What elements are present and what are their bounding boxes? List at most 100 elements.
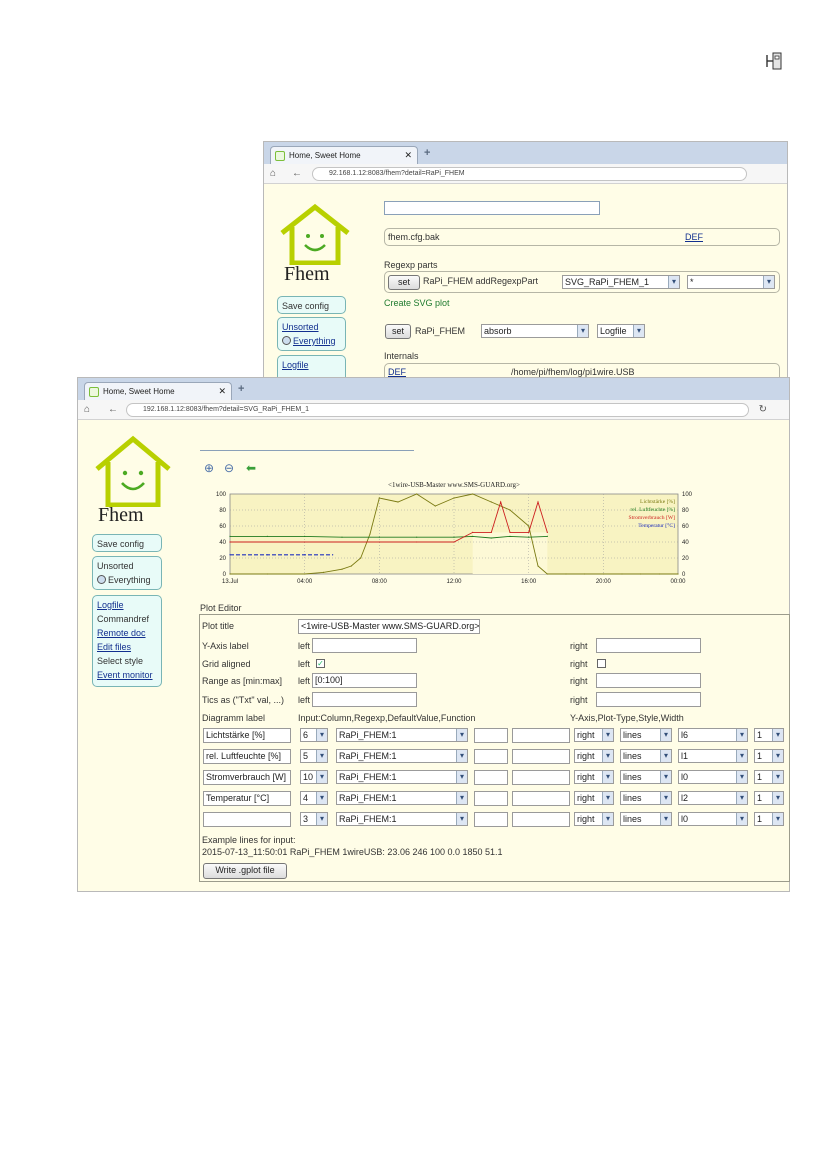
row-column-select[interactable]: 10 xyxy=(300,770,328,784)
home-icon[interactable]: ⌂ xyxy=(270,168,276,179)
row-column-select[interactable]: 4 xyxy=(300,791,328,805)
select-style-link[interactable]: Select style xyxy=(97,654,157,668)
row-default-input[interactable] xyxy=(474,728,508,743)
row-regexp-select[interactable]: RaPi_FHEM:1 xyxy=(336,812,468,826)
plot-title-input[interactable]: <1wire-USB-Master www.SMS-GUARD.org> xyxy=(298,619,480,634)
regexp-select[interactable]: SVG_RaPi_FHEM_1 xyxy=(562,275,680,289)
row-axis-select[interactable]: right xyxy=(574,728,614,742)
row-width-select[interactable]: 1 xyxy=(754,728,784,742)
remote-doc-link[interactable]: Remote doc xyxy=(97,626,157,640)
row-column-select[interactable]: 5 xyxy=(300,749,328,763)
write-gplot-button[interactable]: Write .gplot file xyxy=(203,863,287,879)
row-axis-select[interactable]: right xyxy=(574,791,614,805)
row-axis-select[interactable]: right xyxy=(574,749,614,763)
logfile-link[interactable]: Logfile xyxy=(282,358,341,372)
row-type-select[interactable]: lines xyxy=(620,770,672,784)
edit-files-link[interactable]: Edit files xyxy=(97,640,157,654)
y-axis-left-input[interactable] xyxy=(312,638,417,653)
row-width-select[interactable]: 1 xyxy=(754,770,784,784)
x-tick-label: 08:00 xyxy=(372,579,388,585)
row-style-select[interactable]: l1 xyxy=(678,749,748,763)
room-unsorted[interactable]: Unsorted xyxy=(282,320,341,334)
x-tick-label: 00:00 xyxy=(670,579,686,585)
row-type-select[interactable]: lines xyxy=(620,812,672,826)
row-width-select[interactable]: 1 xyxy=(754,749,784,763)
zoom-in-icon[interactable]: ⊕ xyxy=(204,461,214,475)
tics-right-input[interactable] xyxy=(596,692,701,707)
range-right-input[interactable] xyxy=(596,673,701,688)
row-width-select[interactable]: 1 xyxy=(754,812,784,826)
row-default-input[interactable] xyxy=(474,812,508,827)
set-button-2[interactable]: set xyxy=(385,324,411,339)
close-tab-icon[interactable]: ✕ xyxy=(218,386,226,397)
back-icon[interactable]: ← xyxy=(108,404,118,415)
url-field[interactable]: 92.168.1.12:8083/fhem?detail=RaPi_FHEM xyxy=(312,167,747,181)
row-default-input[interactable] xyxy=(474,791,508,806)
grid-right-checkbox[interactable] xyxy=(597,659,606,668)
zoom-out-icon[interactable]: ⊖ xyxy=(224,461,234,475)
back-icon[interactable]: ← xyxy=(292,168,302,179)
row-regexp-select[interactable]: RaPi_FHEM:1 xyxy=(336,791,468,805)
save-config-link[interactable]: Save config xyxy=(277,296,346,314)
row-label-input[interactable]: Temperatur [°C] xyxy=(203,791,291,806)
row-function-input[interactable] xyxy=(512,749,570,764)
new-tab-icon[interactable]: + xyxy=(238,383,244,395)
row-style-select[interactable]: l0 xyxy=(678,770,748,784)
data-point xyxy=(266,554,268,556)
create-svg-plot-link[interactable]: Create SVG plot xyxy=(384,298,450,308)
logfile-link[interactable]: Logfile xyxy=(97,598,157,612)
absorb-select[interactable]: absorb xyxy=(481,324,589,338)
logfile-select[interactable]: Logfile xyxy=(597,324,645,338)
room-everything[interactable]: Everything xyxy=(282,334,341,348)
row-function-input[interactable] xyxy=(512,791,570,806)
plot-editor-heading: Plot Editor xyxy=(200,603,242,613)
row-type-select[interactable]: lines xyxy=(620,791,672,805)
row-type-select[interactable]: lines xyxy=(620,749,672,763)
row-axis-select[interactable]: right xyxy=(574,770,614,784)
room-unsorted[interactable]: Unsorted xyxy=(97,559,157,573)
event-monitor-link[interactable]: Event monitor xyxy=(97,668,157,682)
y-axis-right-input[interactable] xyxy=(596,638,701,653)
row-column-select[interactable]: 3 xyxy=(300,812,328,826)
row-default-input[interactable] xyxy=(474,749,508,764)
row-style-select[interactable]: l6 xyxy=(678,728,748,742)
row-axis-select[interactable]: right xyxy=(574,812,614,826)
regexp-select-2[interactable]: * xyxy=(687,275,775,289)
row-function-input[interactable] xyxy=(512,812,570,827)
new-tab-icon[interactable]: + xyxy=(424,147,430,159)
command-input[interactable] xyxy=(384,201,600,215)
room-everything[interactable]: Everything xyxy=(97,573,157,587)
commandref-link[interactable]: Commandref xyxy=(97,612,157,626)
row-regexp-select[interactable]: RaPi_FHEM:1 xyxy=(336,749,468,763)
row-type-select[interactable]: lines xyxy=(620,728,672,742)
def-link[interactable]: DEF xyxy=(685,232,703,242)
row-width-select[interactable]: 1 xyxy=(754,791,784,805)
set-regexp-button[interactable]: set xyxy=(388,275,420,290)
row-label-input[interactable]: rel. Luftfeuchte [%] xyxy=(203,749,291,764)
browser-tab[interactable]: Home, Sweet Home ✕ xyxy=(270,146,418,164)
row-regexp-select[interactable]: RaPi_FHEM:1 xyxy=(336,728,468,742)
command-input[interactable] xyxy=(200,437,414,451)
row-style-select[interactable]: l0 xyxy=(678,812,748,826)
back-arrow-icon[interactable]: ⬅ xyxy=(246,461,256,475)
row-label-input[interactable]: Lichtstärke [%] xyxy=(203,728,291,743)
row-regexp-select[interactable]: RaPi_FHEM:1 xyxy=(336,770,468,784)
close-tab-icon[interactable]: ✕ xyxy=(404,150,412,161)
row-column-select[interactable]: 6 xyxy=(300,728,328,742)
tics-left-input[interactable] xyxy=(312,692,417,707)
row-default-input[interactable] xyxy=(474,770,508,785)
url-field[interactable]: 192.168.1.12:8083/fhem?detail=SVG_RaPi_F… xyxy=(126,403,749,417)
row-function-input[interactable] xyxy=(512,770,570,785)
browser-tab[interactable]: Home, Sweet Home ✕ xyxy=(84,382,232,400)
row-style-select[interactable]: l2 xyxy=(678,791,748,805)
home-icon[interactable]: ⌂ xyxy=(84,404,90,415)
row-label-input[interactable] xyxy=(203,812,291,827)
row-label-input[interactable]: Stromverbrauch [W] xyxy=(203,770,291,785)
range-left-input[interactable]: [0:100] xyxy=(312,673,417,688)
grid-left-checkbox[interactable]: ✓ xyxy=(316,659,325,668)
row-function-input[interactable] xyxy=(512,728,570,743)
reload-icon[interactable]: ↻ xyxy=(759,404,767,415)
internals-key[interactable]: DEF xyxy=(388,367,406,377)
tics-label: Tics as ("Txt" val, ...) xyxy=(202,695,285,705)
save-config-link[interactable]: Save config xyxy=(92,534,162,552)
